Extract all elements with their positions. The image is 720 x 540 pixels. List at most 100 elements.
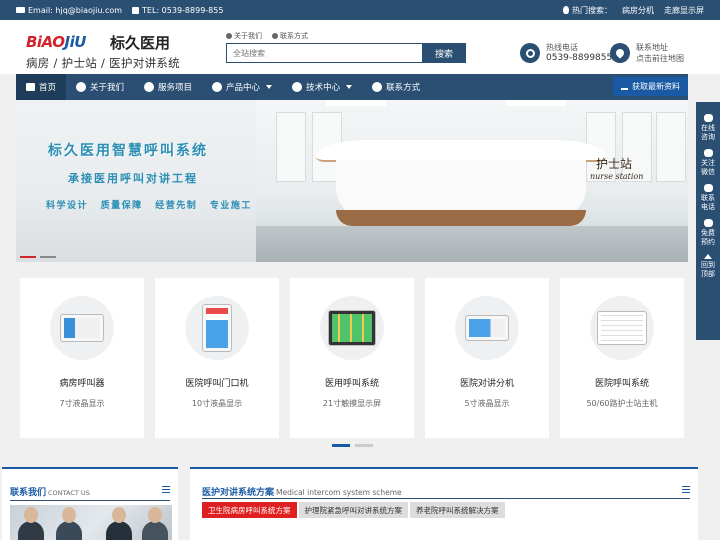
product-desc: 10寸液晶显示 — [191, 399, 243, 408]
download-icon — [621, 83, 628, 90]
product-carousel: 病房呼叫器 7寸液晶显示 医院呼叫门口机 10寸液晶显示 医用呼叫系统 21寸触… — [20, 278, 686, 438]
info-icon — [226, 33, 232, 39]
list-icon[interactable] — [682, 486, 690, 493]
address-label: 联系地址 — [636, 43, 668, 52]
product-dot-2[interactable] — [355, 444, 373, 447]
hotline-number: 0539-8899855 — [546, 53, 613, 63]
nav-products[interactable]: 产品中心 — [202, 74, 282, 100]
section-title: 联系我们 CONTACT US — [10, 488, 90, 498]
phone-icon — [703, 184, 713, 192]
nav-about[interactable]: 关于我们 — [66, 74, 134, 100]
chevron-down-icon — [346, 85, 353, 89]
product-card[interactable]: 医院对讲分机 5寸液晶显示 — [425, 278, 549, 438]
contact-icon — [272, 33, 278, 39]
logo-wordmark: BiAOJiU — [26, 33, 86, 51]
hero-banner[interactable]: 标久医用智慧呼叫系统 承接医用呼叫对讲工程 科学设计 质量保障 经营先制 专业施… — [16, 100, 688, 262]
quicklink-about[interactable]: 关于我们 — [226, 31, 262, 41]
nav-services[interactable]: 服务项目 — [134, 74, 202, 100]
product-name: 医院呼叫系统 — [594, 379, 649, 389]
fire-icon — [563, 6, 569, 14]
download-materials-button[interactable]: 获取最新资料 — [613, 77, 688, 96]
hot-search-label: 热门搜索： — [563, 5, 612, 16]
touch-screen-icon — [320, 296, 384, 360]
search-button[interactable]: 搜索 — [422, 43, 466, 63]
hot-link-corridor-display[interactable]: 走廊显示屏 — [664, 5, 704, 16]
nav-tech[interactable]: 技术中心 — [282, 74, 362, 100]
tel-info[interactable]: TEL: 0539-8899-855 — [132, 6, 223, 15]
phone-icon — [132, 6, 140, 14]
user-icon — [76, 82, 87, 92]
chevron-down-icon — [266, 85, 273, 89]
wechat-icon — [703, 149, 713, 157]
tab-township-ward[interactable]: 卫生院病房呼叫系统方案 — [202, 502, 297, 518]
banner-photo — [256, 100, 688, 262]
banner-pagination — [20, 256, 56, 258]
product-card[interactable]: 医院呼叫门口机 10寸液晶显示 — [155, 278, 279, 438]
door-terminal-icon — [185, 296, 249, 360]
nurse-station-sign-cn: 护士站 — [596, 157, 633, 171]
hotline-label: 热线电话 — [546, 43, 578, 52]
banner-tags: 科学设计 质量保障 经营先制 专业施工 — [46, 201, 252, 211]
compass-icon — [372, 82, 383, 92]
product-card[interactable]: 病房呼叫器 7寸液晶显示 — [20, 278, 144, 438]
email-info[interactable]: Email: hjq@biaojiu.com — [16, 6, 122, 15]
banner-title: 标久医用智慧呼叫系统 — [48, 143, 208, 159]
section-title: 医护对讲系统方案 Medical intercom system scheme — [202, 488, 402, 498]
product-name: 医用呼叫系统 — [324, 379, 379, 389]
quicklink-contact[interactable]: 联系方式 — [272, 31, 308, 41]
address-block[interactable]: 联系地址 点击前往地图 — [610, 42, 684, 64]
email-text: Email: hjq@biaojiu.com — [28, 5, 123, 15]
top-bar: Email: hjq@biaojiu.com TEL: 0539-8899-85… — [0, 0, 720, 20]
logo-tagline: 病房 / 护士站 / 医护对讲系统 — [26, 56, 180, 70]
quick-links: 关于我们 联系方式 — [226, 31, 308, 41]
contact-us-section: 联系我们 CONTACT US — [2, 467, 178, 540]
product-desc: 50/60路护士站主机 — [586, 399, 658, 408]
float-wechat[interactable]: 关注 微信 — [701, 149, 715, 177]
tel-text: TEL: 0539-8899-855 — [142, 5, 224, 15]
product-dot-1[interactable] — [332, 444, 350, 447]
banner-dot-2[interactable] — [40, 256, 56, 258]
nav-contact[interactable]: 联系方式 — [362, 74, 430, 100]
product-pagination — [332, 444, 373, 447]
pencil-icon — [212, 82, 223, 92]
cloud-icon — [144, 82, 155, 92]
tab-elderly-home[interactable]: 养老院呼叫系统解决方案 — [410, 502, 505, 518]
product-name: 医院呼叫门口机 — [185, 379, 249, 389]
product-card[interactable]: 医院呼叫系统 50/60路护士站主机 — [560, 278, 684, 438]
site-logo[interactable]: BiAOJiU 标久医用 病房 / 护士站 / 医护对讲系统 — [26, 33, 180, 70]
float-appointment[interactable]: 免费 预约 — [701, 219, 715, 247]
product-name: 医院对讲分机 — [459, 379, 514, 389]
product-desc: 5寸液晶显示 — [464, 399, 510, 408]
hotline-block[interactable]: 热线电话 0539-8899855 — [520, 42, 612, 64]
tab-nursing-home-emergency[interactable]: 护理院紧急呼叫对讲系统方案 — [298, 502, 408, 518]
product-card[interactable]: 医用呼叫系统 21寸触摸显示屏 — [290, 278, 414, 438]
intercom-extension-icon — [455, 296, 519, 360]
wall-terminal-icon — [50, 296, 114, 360]
main-nav: 首页 关于我们 服务项目 产品中心 技术中心 联系方式 获取最新资料 — [16, 74, 688, 100]
float-online-consult[interactable]: 在线 咨询 — [701, 114, 715, 142]
solution-tabs: 卫生院病房呼叫系统方案 护理院紧急呼叫对讲系统方案 养老院呼叫系统解决方案 — [202, 502, 505, 518]
hot-link-ward-extension[interactable]: 病房分机 — [622, 5, 654, 16]
nurse-station-host-icon — [590, 296, 654, 360]
float-phone[interactable]: 联系 电话 — [701, 184, 715, 212]
product-desc: 21寸触摸显示屏 — [322, 399, 382, 408]
header: BiAOJiU 标久医用 病房 / 护士站 / 医护对讲系统 关于我们 联系方式… — [0, 20, 720, 74]
contact-photo — [10, 505, 172, 540]
nurse-station-sign-en: nurse station — [590, 172, 644, 181]
floating-sidebar: 在线 咨询 关注 微信 联系 电话 免费 预约 回到 顶部 — [696, 102, 720, 340]
float-back-to-top[interactable]: 回到 顶部 — [701, 254, 715, 279]
banner-dot-1[interactable] — [20, 256, 36, 258]
list-icon[interactable] — [162, 486, 170, 493]
lightbulb-icon — [292, 82, 303, 92]
chat-icon — [703, 114, 713, 122]
address-map-link[interactable]: 点击前往地图 — [636, 53, 684, 64]
home-icon — [26, 83, 35, 91]
search-input[interactable] — [226, 43, 422, 63]
banner-subtitle: 承接医用呼叫对讲工程 — [68, 172, 198, 185]
chevron-up-icon — [704, 254, 712, 259]
logo-cn-name: 标久医用 — [110, 34, 171, 52]
edit-icon — [703, 219, 713, 227]
nav-home[interactable]: 首页 — [16, 74, 67, 100]
location-pin-icon — [610, 43, 630, 63]
solutions-section: 医护对讲系统方案 Medical intercom system scheme 卫… — [190, 467, 698, 540]
